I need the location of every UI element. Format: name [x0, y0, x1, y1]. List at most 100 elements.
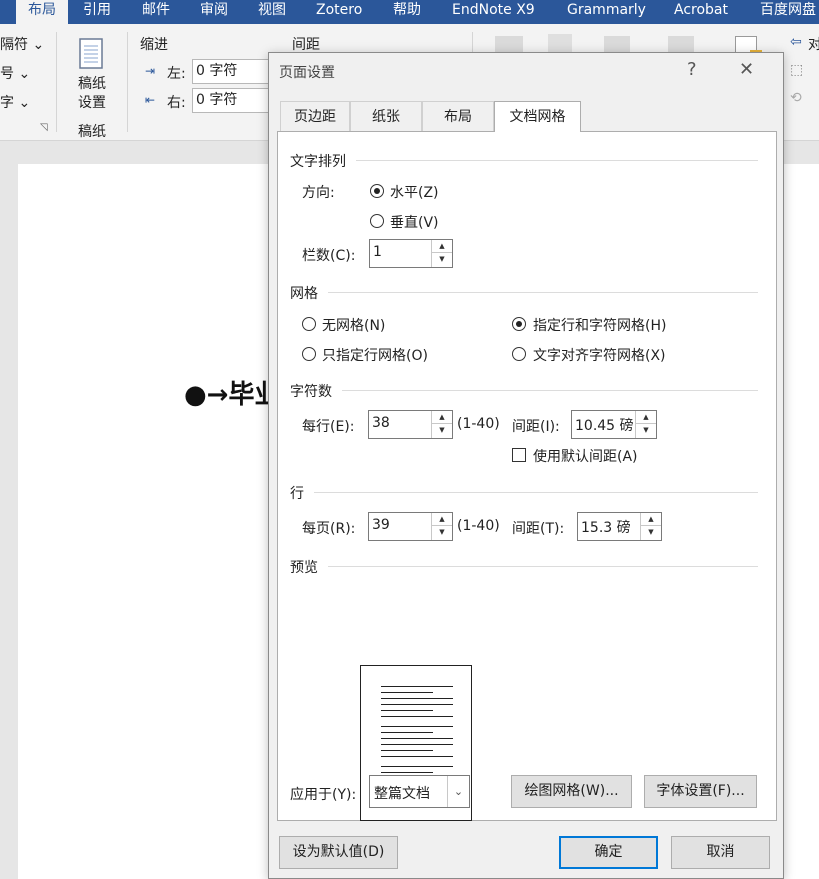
char-pitch-spinner[interactable]: 10.45 磅 ▲ ▼: [571, 410, 657, 439]
tab-endnote[interactable]: EndNote X9: [452, 0, 535, 24]
indent-left-icon: ⇥: [145, 64, 156, 78]
chars-per-line-range: (1-40): [457, 416, 500, 432]
preview-text-line: [381, 686, 453, 687]
breaks-dropdown[interactable]: 隔符 ⌄: [0, 34, 44, 54]
chars-per-line-value[interactable]: 38: [372, 415, 390, 431]
preview-text-line: [381, 738, 453, 739]
page-setup-dialog: 页面设置 ? ✕ 页边距 纸张 布局 文档网格 文字排列 方向: 水平(Z) 垂…: [268, 52, 784, 879]
set-default-button[interactable]: 设为默认值(D): [279, 836, 398, 869]
cancel-button[interactable]: 取消: [671, 836, 770, 869]
tab-zotero[interactable]: Zotero: [316, 0, 362, 24]
indent-left-input[interactable]: 0 字符: [192, 59, 272, 84]
spin-down-icon[interactable]: ▼: [432, 253, 452, 266]
lines-section-label: 行: [290, 486, 304, 502]
tab-review[interactable]: 审阅: [200, 0, 228, 24]
indent-left-label: 左:: [167, 66, 186, 82]
indent-right-icon: ⇤: [145, 93, 156, 107]
preview-text-line: [381, 716, 453, 717]
use-default-pitch-label[interactable]: 使用默认间距(A): [533, 446, 638, 466]
font-settings-button[interactable]: 字体设置(F)...: [644, 775, 757, 808]
apply-to-select[interactable]: 整篇文档 ⌄: [369, 775, 470, 808]
tab-margins[interactable]: 页边距: [280, 101, 350, 131]
no-grid-label[interactable]: 无网格(N): [322, 315, 385, 335]
spin-up-icon[interactable]: ▲: [641, 513, 661, 526]
section-divider: [342, 390, 758, 391]
preview-text-line: [381, 756, 453, 757]
lines-only-grid-label[interactable]: 只指定行网格(O): [322, 345, 428, 365]
spin-up-icon[interactable]: ▲: [432, 513, 452, 526]
spin-up-icon[interactable]: ▲: [432, 411, 452, 424]
indent-group-label: 缩进: [140, 37, 168, 53]
tab-baidu-netdisk[interactable]: 百度网盘: [760, 0, 816, 24]
ribbon-divider: [56, 32, 57, 132]
tab-view[interactable]: 视图: [258, 0, 286, 24]
ribbon-divider: [127, 32, 128, 132]
spin-up-icon[interactable]: ▲: [636, 411, 656, 424]
indent-right-input[interactable]: 0 字符: [192, 88, 272, 113]
spin-down-icon[interactable]: ▼: [432, 424, 452, 437]
align-icon[interactable]: ⇦: [790, 34, 802, 50]
horizontal-label[interactable]: 水平(Z): [390, 182, 439, 202]
line-and-char-grid-label[interactable]: 指定行和字符网格(H): [533, 315, 666, 335]
apply-to-value[interactable]: 整篇文档: [374, 783, 430, 803]
close-button[interactable]: ✕: [739, 59, 754, 80]
rotate-icon[interactable]: ⟲: [790, 90, 802, 106]
snap-to-char-grid-radio[interactable]: [512, 347, 526, 361]
tab-help[interactable]: 帮助: [393, 0, 421, 24]
apply-to-label: 应用于(Y):: [290, 787, 357, 803]
preview-section-label: 预览: [290, 560, 318, 576]
tab-layout[interactable]: 布局: [16, 0, 68, 24]
hyphenation-dropdown[interactable]: 字 ⌄: [0, 92, 30, 112]
align-label[interactable]: 对: [808, 34, 819, 54]
spin-down-icon[interactable]: ▼: [432, 526, 452, 539]
line-pitch-label: 间距(T):: [512, 521, 565, 537]
characters-section-label: 字符数: [290, 384, 332, 400]
lines-per-page-spinner[interactable]: 39 ▲ ▼: [368, 512, 453, 541]
tab-acrobat[interactable]: Acrobat: [674, 0, 728, 24]
spin-down-icon[interactable]: ▼: [636, 424, 656, 437]
columns-value[interactable]: 1: [373, 244, 382, 260]
spinner-arrows: ▲ ▼: [431, 240, 452, 267]
section-divider: [328, 566, 758, 567]
horizontal-radio[interactable]: [370, 184, 384, 198]
preview-text-line: [381, 766, 453, 767]
tab-paper[interactable]: 纸张: [350, 101, 422, 131]
no-grid-radio[interactable]: [302, 317, 316, 331]
line-pitch-spinner[interactable]: 15.3 磅 ▲ ▼: [577, 512, 662, 541]
line-and-char-grid-radio[interactable]: [512, 317, 526, 331]
tab-mailings[interactable]: 邮件: [142, 0, 170, 24]
chevron-down-icon[interactable]: ⌄: [447, 776, 469, 807]
vertical-radio[interactable]: [370, 214, 384, 228]
spinner-arrows: ▲ ▼: [431, 513, 452, 540]
spinner-arrows: ▲ ▼: [431, 411, 452, 438]
tab-document-grid[interactable]: 文档网格: [494, 101, 581, 132]
preview-text-line: [381, 732, 433, 733]
snap-to-char-grid-label[interactable]: 文字对齐字符网格(X): [533, 345, 666, 365]
indent-right-label: 右:: [167, 95, 186, 111]
spin-up-icon[interactable]: ▲: [432, 240, 452, 253]
lines-per-page-range: (1-40): [457, 518, 500, 534]
manuscript-settings-icon[interactable]: [78, 38, 106, 70]
lines-only-grid-radio[interactable]: [302, 347, 316, 361]
ok-button[interactable]: 确定: [559, 836, 658, 869]
tab-references[interactable]: 引用: [83, 0, 111, 24]
document-heading[interactable]: ●→毕业: [184, 374, 280, 411]
spin-down-icon[interactable]: ▼: [641, 526, 661, 539]
help-button[interactable]: ?: [687, 59, 697, 80]
columns-spinner[interactable]: 1 ▲ ▼: [369, 239, 453, 268]
dialog-launcher-icon[interactable]: ◹: [40, 122, 48, 133]
group-icon[interactable]: ⬚: [790, 62, 803, 78]
manuscript-settings-button[interactable]: 稿纸 设置: [78, 75, 106, 113]
lines-per-page-value[interactable]: 39: [372, 517, 390, 533]
tab-grammarly[interactable]: Grammarly: [567, 0, 646, 24]
spinner-arrows: ▲ ▼: [635, 411, 656, 438]
spinner-arrows: ▲ ▼: [640, 513, 661, 540]
line-numbers-dropdown[interactable]: 号 ⌄: [0, 63, 30, 83]
draw-grid-button[interactable]: 绘图网格(W)...: [511, 775, 632, 808]
use-default-pitch-checkbox[interactable]: [512, 448, 526, 462]
line-pitch-value[interactable]: 15.3 磅: [581, 517, 631, 537]
chars-per-line-spinner[interactable]: 38 ▲ ▼: [368, 410, 453, 439]
vertical-label[interactable]: 垂直(V): [390, 212, 439, 232]
char-pitch-value[interactable]: 10.45 磅: [575, 415, 634, 435]
tab-layout[interactable]: 布局: [422, 101, 494, 131]
